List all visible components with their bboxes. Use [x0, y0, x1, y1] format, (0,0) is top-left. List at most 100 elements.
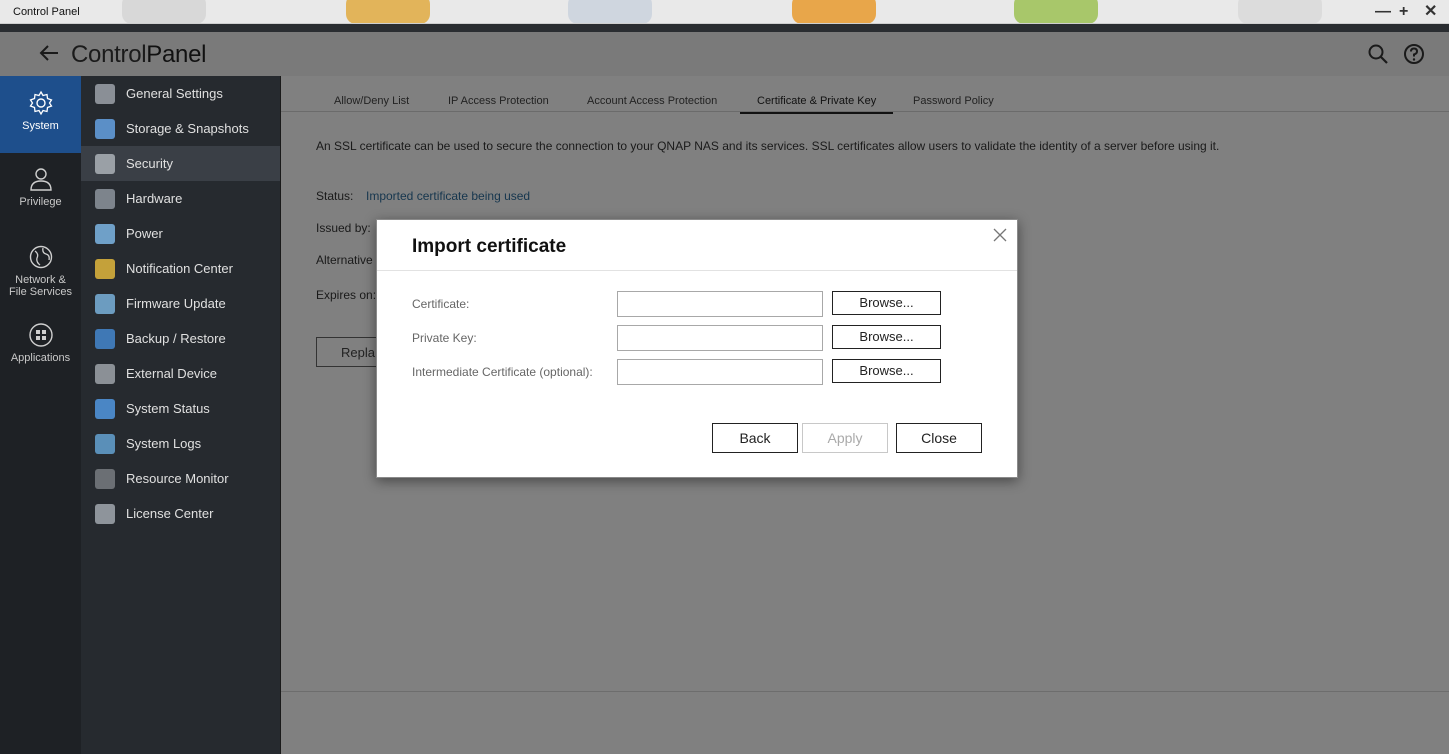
taskbar-app-ghost [1238, 0, 1322, 23]
user-icon [29, 168, 52, 191]
tab-bar: Allow/Deny List IP Access Protection Acc… [281, 76, 1449, 114]
general-settings-icon [95, 83, 115, 104]
menu-item-label: Resource Monitor [126, 471, 229, 486]
footer-divider [281, 691, 1449, 692]
category-label: System [22, 120, 59, 132]
intermediate-certificate-label: Intermediate Certificate (optional): [412, 365, 593, 379]
power-bulb-icon [95, 223, 115, 244]
page-title-part2: Panel [146, 41, 207, 68]
gear-icon [29, 90, 52, 116]
app-header: ControlPanel [0, 32, 1449, 76]
menu-item-external-device[interactable]: External Device [81, 356, 280, 391]
issued-by-label: Issued by: [316, 221, 371, 235]
category-applications[interactable]: Applications [0, 322, 81, 382]
certificate-browse-button[interactable]: Browse... [832, 291, 941, 315]
apps-grid-icon [28, 323, 53, 347]
menu-item-label: License Center [126, 506, 214, 521]
external-device-icon [95, 363, 115, 384]
menu-item-label: General Settings [126, 86, 223, 101]
search-icon[interactable] [1367, 43, 1389, 65]
lock-icon [95, 153, 115, 174]
back-button[interactable]: Back [712, 423, 798, 453]
menu-item-notification-center[interactable]: Notification Center [81, 251, 280, 286]
status-value: Imported certificate being used [366, 189, 531, 203]
firmware-icon [95, 293, 115, 314]
menu-item-label: Storage & Snapshots [126, 121, 249, 136]
category-label: Applications [10, 352, 71, 364]
close-window-button[interactable]: ✕ [1424, 3, 1437, 21]
license-icon [95, 503, 115, 524]
category-bar: System Privilege Network & File Services… [0, 76, 81, 754]
certificate-label: Certificate: [412, 297, 470, 311]
hardware-icon [95, 188, 115, 209]
menu-item-resource-monitor[interactable]: Resource Monitor [81, 461, 280, 496]
category-label: Network & [15, 274, 66, 286]
menu-item-label: System Logs [126, 436, 202, 451]
taskbar-app-ghost [792, 0, 876, 23]
taskbar-app-ghost [122, 0, 206, 23]
certificate-file-input[interactable] [617, 291, 823, 317]
menu-item-firmware-update[interactable]: Firmware Update [81, 286, 280, 321]
menu-item-label: System Status [126, 401, 210, 416]
tab-account-access-protection[interactable]: Account Access Protection [587, 95, 717, 112]
intermediate-certificate-file-input[interactable] [617, 359, 823, 385]
globe-icon [29, 245, 52, 269]
menu-item-backup-restore[interactable]: Backup / Restore [81, 321, 280, 356]
page-title: ControlPanel [71, 41, 206, 69]
monitor-icon [95, 398, 115, 419]
menu-item-power[interactable]: Power [81, 216, 280, 251]
page-title-part1: Control [71, 41, 147, 68]
menu-item-label: Backup / Restore [126, 331, 226, 346]
menu-item-storage-snapshots[interactable]: Storage & Snapshots [81, 111, 280, 146]
menu-item-label: Power [126, 226, 163, 241]
menu-item-label: Hardware [126, 191, 183, 206]
taskbar-app-ghost [1014, 0, 1098, 23]
storage-icon [95, 118, 115, 139]
menu-item-system-status[interactable]: System Status [81, 391, 280, 426]
dialog-title: Import certificate [412, 236, 567, 257]
status-label: Status: [316, 189, 354, 203]
private-key-browse-button[interactable]: Browse... [832, 325, 941, 349]
tab-password-policy[interactable]: Password Policy [913, 95, 994, 112]
settings-menu: General Settings Storage & Snapshots Sec… [81, 76, 281, 754]
tab-ip-access-protection[interactable]: IP Access Protection [448, 95, 549, 112]
menu-item-label: Notification Center [126, 261, 233, 276]
taskbar-app-ghost [568, 0, 652, 23]
intermediate-certificate-browse-button[interactable]: Browse... [832, 359, 941, 383]
back-arrow-icon[interactable] [38, 42, 60, 64]
category-system[interactable]: System [0, 76, 81, 153]
taskbar-app-ghost [346, 0, 430, 23]
category-privilege[interactable]: Privilege [0, 166, 81, 226]
tab-certificate-private-key[interactable]: Certificate & Private Key [740, 95, 894, 114]
close-icon[interactable] [993, 228, 1007, 242]
backup-icon [95, 328, 115, 349]
tab-allow-deny-list[interactable]: Allow/Deny List [334, 95, 409, 112]
window-title: Control Panel [13, 6, 80, 18]
menu-item-security[interactable]: Security [81, 146, 280, 181]
menu-item-system-logs[interactable]: System Logs [81, 426, 280, 461]
private-key-label: Private Key: [412, 331, 477, 345]
menu-item-general-settings[interactable]: General Settings [81, 76, 280, 111]
minimize-button[interactable]: — [1375, 3, 1391, 21]
menu-item-label: Firmware Update [126, 296, 226, 311]
import-certificate-dialog: Import certificate Certificate: Browse..… [376, 219, 1018, 478]
expires-on-label: Expires on: [316, 288, 377, 302]
alternative-name-label: Alternative [316, 253, 373, 267]
ssl-description: An SSL certificate can be used to secure… [316, 139, 1220, 153]
category-label: Privilege [19, 196, 62, 208]
maximize-button[interactable]: + [1399, 3, 1408, 21]
category-network-file-services[interactable]: Network & File Services [0, 244, 81, 304]
apply-button[interactable]: Apply [802, 423, 888, 453]
menu-item-license-center[interactable]: License Center [81, 496, 280, 531]
close-button[interactable]: Close [896, 423, 982, 453]
help-icon[interactable] [1403, 43, 1425, 65]
category-label: File Services [9, 286, 72, 298]
resource-monitor-icon [95, 468, 115, 489]
menu-item-hardware[interactable]: Hardware [81, 181, 280, 216]
menu-item-label: External Device [126, 366, 218, 381]
window-border [0, 24, 1449, 32]
window-titlebar: Control Panel — + ✕ [0, 0, 1449, 24]
private-key-file-input[interactable] [617, 325, 823, 351]
log-icon [95, 433, 115, 454]
menu-item-label: Security [126, 156, 173, 171]
